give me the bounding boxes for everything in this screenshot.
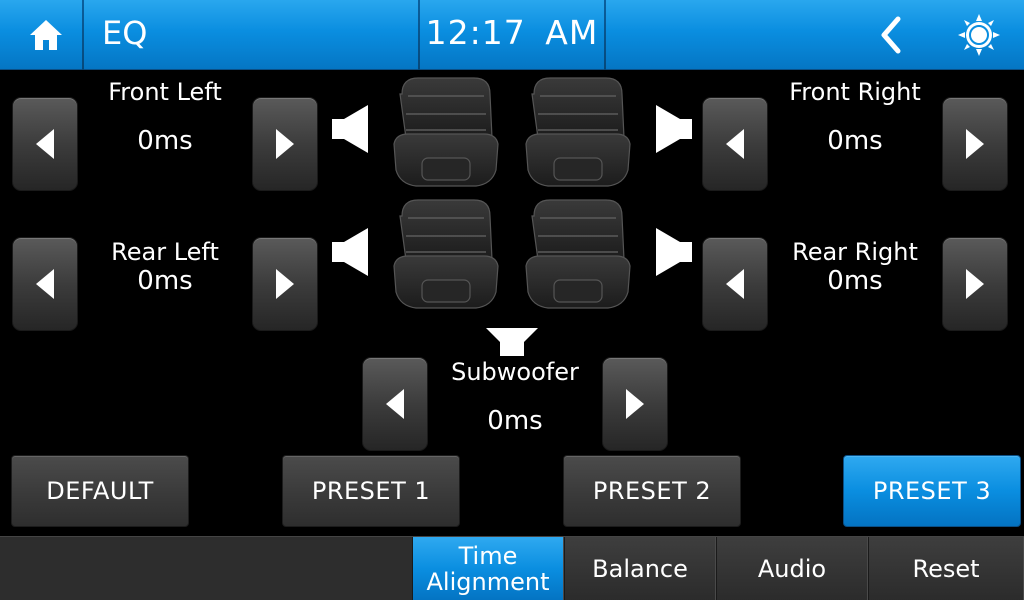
- rear-left-value: 0ms: [137, 266, 193, 296]
- page-title: EQ: [102, 14, 148, 52]
- preset-1-button[interactable]: PRESET 1: [282, 455, 460, 527]
- front-right-increase-button[interactable]: [942, 97, 1008, 191]
- front-left-decrease-button[interactable]: [12, 97, 78, 191]
- arrow-left-icon: [36, 129, 54, 159]
- rear-right-decrease-button[interactable]: [702, 237, 768, 331]
- tab-balance[interactable]: Balance: [564, 537, 716, 600]
- rear-right-increase-button[interactable]: [942, 237, 1008, 331]
- tab-time-alignment[interactable]: Time Alignment: [412, 537, 564, 600]
- subwoofer-label: Subwoofer: [451, 358, 579, 386]
- tab-reset[interactable]: Reset: [868, 537, 1024, 600]
- rear-left-label: Rear Left: [111, 238, 219, 266]
- arrow-left-icon: [36, 269, 54, 299]
- arrow-right-icon: [966, 269, 984, 299]
- chevron-left-icon: [881, 16, 901, 54]
- preset-2-button[interactable]: PRESET 2: [563, 455, 741, 527]
- home-button[interactable]: [12, 4, 80, 66]
- bottom-tab-bar: Time Alignment Balance Audio Reset: [0, 536, 1024, 600]
- rear-right-value: 0ms: [827, 266, 883, 296]
- top-bar: EQ 12:17 AM: [0, 0, 1024, 70]
- arrow-left-icon: [726, 269, 744, 299]
- seat-front-right-icon: [525, 77, 631, 187]
- clock: 12:17 AM: [425, 13, 599, 52]
- arrow-right-icon: [626, 389, 644, 419]
- speaker-rear-right-icon: [656, 228, 692, 276]
- tab-audio[interactable]: Audio: [716, 537, 868, 600]
- rear-right-label: Rear Right: [792, 238, 918, 266]
- speaker-front-right-icon: [656, 105, 692, 153]
- seat-rear-right-icon: [525, 199, 631, 309]
- home-icon: [30, 20, 62, 50]
- speaker-rear-left-icon: [332, 228, 368, 276]
- back-button[interactable]: [868, 10, 914, 60]
- rear-left-decrease-button[interactable]: [12, 237, 78, 331]
- arrow-right-icon: [276, 129, 294, 159]
- subwoofer-increase-button[interactable]: [602, 357, 668, 451]
- arrow-left-icon: [726, 129, 744, 159]
- subwoofer-decrease-button[interactable]: [362, 357, 428, 451]
- header-divider: [604, 0, 606, 70]
- arrow-right-icon: [276, 269, 294, 299]
- front-left-value: 0ms: [137, 126, 193, 156]
- front-right-decrease-button[interactable]: [702, 97, 768, 191]
- arrow-left-icon: [386, 389, 404, 419]
- rear-left-increase-button[interactable]: [252, 237, 318, 331]
- front-right-label: Front Right: [789, 78, 921, 106]
- seat-rear-left-icon: [393, 199, 499, 309]
- speaker-front-left-icon: [332, 105, 368, 153]
- settings-button[interactable]: [950, 8, 1008, 62]
- seat-front-left-icon: [393, 77, 499, 187]
- front-right-value: 0ms: [827, 126, 883, 156]
- front-left-label: Front Left: [108, 78, 222, 106]
- subwoofer-value: 0ms: [487, 406, 543, 436]
- brightness-gear-icon: [958, 14, 1000, 56]
- preset-default-button[interactable]: DEFAULT: [11, 455, 189, 527]
- header-divider: [82, 0, 84, 70]
- arrow-right-icon: [966, 129, 984, 159]
- front-left-increase-button[interactable]: [252, 97, 318, 191]
- preset-3-button[interactable]: PRESET 3: [843, 455, 1021, 527]
- speaker-subwoofer-icon: [486, 328, 538, 356]
